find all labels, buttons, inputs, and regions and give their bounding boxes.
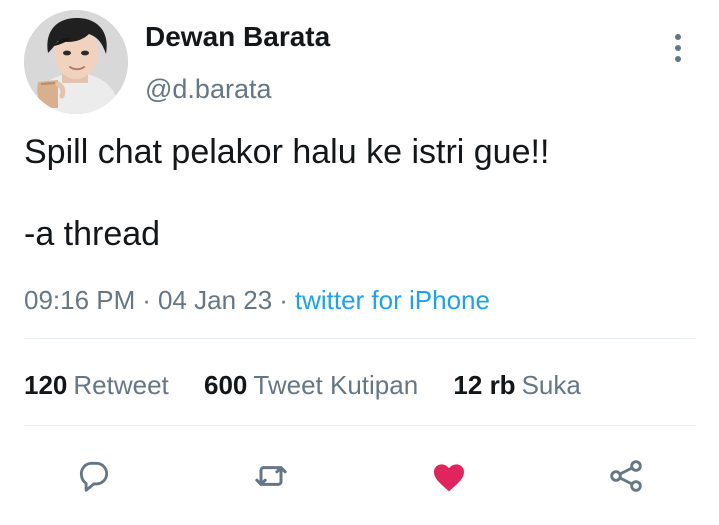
tweet-card: Dewan Barata @d.barata Spill chat pelako… [0,0,719,525]
avatar[interactable] [24,10,128,114]
menu-dot [675,56,681,62]
stat-label: Tweet Kutipan [253,370,419,400]
share-icon [610,460,642,492]
retweet-stat[interactable]: 120 Retweet [24,370,169,401]
like-stat[interactable]: 12 rb Suka [453,370,580,401]
meta-separator: · [279,285,288,315]
tweet-time: 09:16 PM [24,285,136,315]
tweet-header: Dewan Barata @d.barata [24,10,694,118]
tweet-text-line: Spill chat pelakor halu ke istri gue!! [24,133,550,171]
user-handle[interactable]: @d.barata [145,73,271,105]
timestamp-row: 09:16 PM · 04 Jan 23 · twitter for iPhone [24,285,490,316]
tweet-text-line: -a thread [24,215,161,254]
stat-count: 120 [24,370,68,400]
divider [24,425,696,426]
stat-count: 600 [204,370,248,400]
like-button[interactable] [422,449,476,503]
tweet-action-bar [0,449,719,503]
retweet-button[interactable] [244,449,298,503]
avatar-image [24,10,128,114]
stat-count: 12 rb [453,370,516,400]
more-options-icon[interactable] [664,28,692,68]
tweet-date: 04 Jan 23 [157,285,273,315]
tweet-source-link[interactable]: twitter for iPhone [295,285,490,315]
stat-label: Retweet [73,370,169,400]
engagement-stats: 120 Retweet 600 Tweet Kutipan 12 rb Suka [24,370,609,401]
meta-separator: · [142,285,151,315]
heart-icon [434,464,464,492]
reply-icon [79,461,109,492]
menu-dot [675,34,681,40]
tweet-body: Spill chat pelakor halu ke istri gue!! -… [24,132,694,256]
menu-dot [675,45,681,51]
stat-label: Suka [521,370,581,400]
share-button[interactable] [599,449,653,503]
divider [24,338,696,339]
reply-button[interactable] [67,449,121,503]
tweet-text-gap [24,173,694,214]
retweet-icon [255,466,287,486]
quote-tweet-stat[interactable]: 600 Tweet Kutipan [204,370,418,401]
display-name[interactable]: Dewan Barata [145,20,330,54]
